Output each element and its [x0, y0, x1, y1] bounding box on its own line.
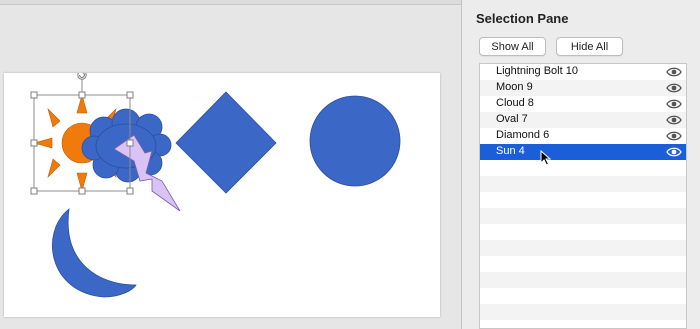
empty-row — [480, 192, 686, 208]
empty-row — [480, 160, 686, 176]
list-item-lightning-bolt-10[interactable]: Lightning Bolt 10 — [480, 64, 686, 80]
pane-title: Selection Pane — [476, 11, 569, 26]
shape-list: Lightning Bolt 10 Moon 9 Cloud 8 Oval 7 — [479, 63, 687, 329]
toolbar-edge — [0, 0, 462, 5]
eye-icon[interactable] — [666, 130, 682, 142]
slide-canvas[interactable] — [4, 73, 440, 317]
empty-row — [480, 256, 686, 272]
eye-icon[interactable] — [666, 98, 682, 110]
show-all-button[interactable]: Show All — [479, 37, 546, 56]
slide-editor — [0, 0, 462, 329]
eye-icon[interactable] — [666, 82, 682, 94]
list-item-label: Cloud 8 — [496, 97, 534, 109]
list-item-diamond-6[interactable]: Diamond 6 — [480, 128, 686, 144]
mouse-cursor-icon — [540, 150, 552, 166]
list-item-label: Diamond 6 — [496, 129, 550, 141]
list-item-label: Moon 9 — [496, 81, 533, 93]
moon-shape[interactable] — [52, 208, 137, 298]
empty-row — [480, 288, 686, 304]
list-item-oval-7[interactable]: Oval 7 — [480, 112, 686, 128]
eye-icon[interactable] — [666, 146, 682, 158]
selection-pane: Selection Pane Show All Hide All Lightni… — [462, 0, 700, 329]
empty-row — [480, 272, 686, 288]
empty-row — [480, 208, 686, 224]
eye-icon[interactable] — [666, 114, 682, 126]
list-item-moon-9[interactable]: Moon 9 — [480, 80, 686, 96]
hide-all-button[interactable]: Hide All — [556, 37, 623, 56]
empty-row — [480, 176, 686, 192]
empty-row — [480, 304, 686, 320]
list-item-sun-4[interactable]: Sun 4 — [480, 144, 686, 160]
diamond-shape[interactable] — [175, 91, 277, 194]
list-item-label: Lightning Bolt 10 — [496, 65, 578, 77]
rotate-handle-icon[interactable] — [77, 73, 87, 80]
list-item-cloud-8[interactable]: Cloud 8 — [480, 96, 686, 112]
oval-shape[interactable] — [309, 95, 401, 187]
list-item-label: Sun 4 — [496, 145, 525, 157]
empty-row — [480, 224, 686, 240]
list-item-label: Oval 7 — [496, 113, 528, 125]
eye-icon[interactable] — [666, 66, 682, 78]
empty-row — [480, 240, 686, 256]
